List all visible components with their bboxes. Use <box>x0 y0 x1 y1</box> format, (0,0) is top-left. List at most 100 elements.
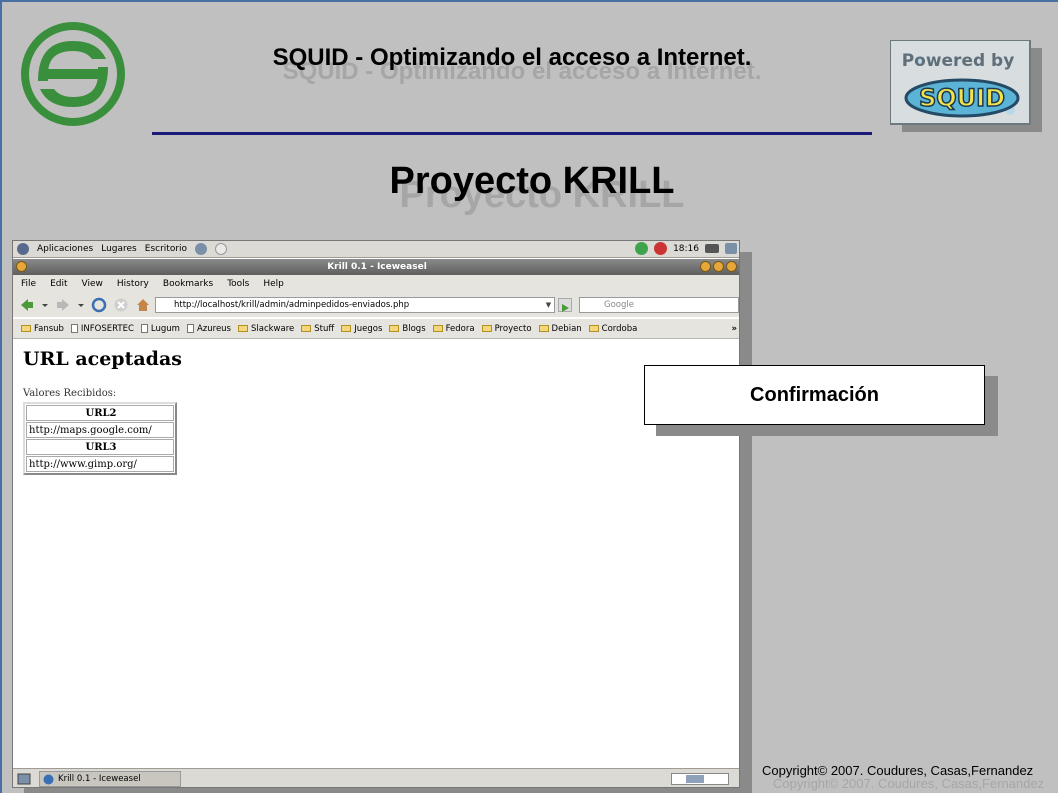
network-icon[interactable] <box>705 244 719 253</box>
menu-history[interactable]: History <box>117 279 149 289</box>
copyright-shadow: Copyright© 2007. Coudures, Casas,Fernand… <box>773 776 1045 791</box>
back-dropdown-icon[interactable] <box>41 297 49 313</box>
bookmark-debian[interactable]: Debian <box>538 323 582 334</box>
bookmarks-overflow-button[interactable]: » <box>732 324 738 334</box>
bookmark-label: INFOSERTEC <box>80 323 134 334</box>
back-arrow-icon[interactable] <box>19 297 35 313</box>
bookmark-label: Blogs <box>402 323 426 334</box>
page-icon <box>186 324 194 333</box>
bookmark-proyecto[interactable]: Proyecto <box>481 323 532 334</box>
received-values-table: URL2 http://maps.google.com/ URL3 http:/… <box>23 402 177 475</box>
menu-help[interactable]: Help <box>263 279 284 289</box>
table-cell: http://maps.google.com/ <box>26 422 174 438</box>
menu-file[interactable]: File <box>21 279 36 289</box>
desktop-screenshot: Aplicaciones Lugares Escritorio 18:16 Kr… <box>12 240 740 788</box>
system-tray: 18:16 <box>635 242 737 255</box>
confirmation-label: Confirmación <box>644 365 985 425</box>
bookmark-slackware[interactable]: Slackware <box>238 324 294 334</box>
taskbar-item-label: Krill 0.1 - Iceweasel <box>58 774 141 784</box>
iceweasel-icon <box>43 774 54 785</box>
window-menu-button[interactable] <box>16 261 27 272</box>
university-logo <box>21 22 125 126</box>
url-dropdown-icon[interactable]: ▼ <box>543 298 554 312</box>
home-icon[interactable] <box>135 297 151 313</box>
page-icon <box>140 324 148 333</box>
menu-view[interactable]: View <box>82 279 103 289</box>
gnome-bottom-panel: Krill 0.1 - Iceweasel <box>13 768 739 787</box>
menu-aplicaciones[interactable]: Aplicaciones <box>37 244 93 254</box>
slide: SQUID - Optimizando el acceso a Internet… <box>0 0 1058 793</box>
bookmark-cordoba[interactable]: Cordoba <box>588 323 638 334</box>
svg-text:SQUID: SQUID <box>919 84 1005 112</box>
workspace-switcher[interactable] <box>671 773 729 785</box>
bookmark-label: Debian <box>551 323 582 334</box>
folder-icon <box>341 325 352 332</box>
bookmark-blogs[interactable]: Blogs <box>389 323 426 334</box>
bookmark-label: Stuff <box>314 323 335 334</box>
menu-escritorio[interactable]: Escritorio <box>145 244 187 254</box>
url-text: http://localhost/krill/admin/adminpedido… <box>174 300 410 310</box>
gnome-top-panel: Aplicaciones Lugares Escritorio 18:16 <box>13 241 739 258</box>
folder-icon <box>301 325 312 332</box>
slide-subtitle: Proyecto KRILL Proyecto KRILL <box>302 160 762 220</box>
reload-icon[interactable] <box>91 297 107 313</box>
window-controls <box>700 261 737 272</box>
menu-edit[interactable]: Edit <box>50 279 67 289</box>
table-header: URL2 <box>26 405 174 421</box>
bookmark-label: Fansub <box>34 323 64 334</box>
slide-title: SQUID - Optimizando el acceso a Internet… <box>162 44 862 85</box>
table-cell: http://www.gimp.org/ <box>26 456 174 472</box>
forward-dropdown-icon[interactable] <box>77 297 85 313</box>
active-workspace[interactable] <box>686 775 704 783</box>
launcher-icon[interactable] <box>195 243 208 255</box>
bookmark-stuff[interactable]: Stuff <box>301 324 334 334</box>
menu-tools[interactable]: Tools <box>227 279 249 289</box>
update-icon[interactable] <box>635 242 649 255</box>
stop-icon[interactable] <box>113 297 129 313</box>
received-label: Valores Recibidos: <box>23 388 117 399</box>
page-heading: URL aceptadas <box>23 348 182 370</box>
bookmark-label: Slackware <box>251 323 295 334</box>
bookmark-fansub[interactable]: Fansub <box>21 324 64 334</box>
copyright-text: Copyright© 2007. Coudures, Casas,Fernand… <box>762 763 1034 778</box>
minimize-button[interactable] <box>700 261 711 272</box>
volume-icon[interactable] <box>725 243 737 254</box>
folder-icon <box>588 325 599 332</box>
browser-menubar: File Edit View History Bookmarks Tools H… <box>13 275 739 293</box>
bookmark-label: Cordoba <box>601 323 638 334</box>
folder-icon <box>21 325 31 332</box>
window-title-bar[interactable]: Krill 0.1 - Iceweasel <box>13 259 739 275</box>
title-divider <box>152 132 872 135</box>
folder-icon <box>389 325 400 332</box>
bookmark-label: Proyecto <box>494 323 532 334</box>
bookmark-label: Juegos <box>354 323 383 334</box>
menu-bookmarks[interactable]: Bookmarks <box>163 279 213 289</box>
bookmark-lugum[interactable]: Lugum <box>140 323 180 334</box>
bookmarks-toolbar: Fansub INFOSERTEC Lugum Azureus Slackwar… <box>13 319 739 339</box>
mail-icon[interactable] <box>215 243 228 255</box>
bookmark-juegos[interactable]: Juegos <box>341 324 382 334</box>
gnome-foot-icon[interactable] <box>17 243 29 255</box>
show-desktop-icon[interactable] <box>17 772 31 786</box>
bookmark-azureus[interactable]: Azureus <box>186 324 231 334</box>
bookmark-infosertec[interactable]: INFOSERTEC <box>70 323 134 334</box>
bookmark-label: Lugum <box>150 323 180 334</box>
url-field[interactable]: http://localhost/krill/admin/adminpedido… <box>155 297 555 313</box>
table-header: URL3 <box>26 439 174 455</box>
no-entry-icon[interactable] <box>654 242 668 255</box>
folder-icon <box>238 325 248 332</box>
forward-arrow-icon[interactable] <box>55 297 71 313</box>
close-button[interactable] <box>726 261 737 272</box>
maximize-button[interactable] <box>713 261 724 272</box>
slide-subtitle-text: Proyecto KRILL <box>389 160 675 202</box>
svg-text:Powered by: Powered by <box>902 51 1015 71</box>
bookmark-label: Fedora <box>445 323 475 334</box>
bookmark-fedora[interactable]: Fedora <box>432 323 475 334</box>
menu-lugares[interactable]: Lugares <box>101 244 137 254</box>
go-button[interactable] <box>558 298 572 312</box>
clock[interactable]: 18:16 <box>673 244 699 254</box>
search-field[interactable]: Google <box>579 297 739 313</box>
taskbar-item-iceweasel[interactable]: Krill 0.1 - Iceweasel <box>39 771 181 787</box>
slide-title-text: SQUID - Optimizando el acceso a Internet… <box>272 44 752 71</box>
page-icon <box>70 324 78 333</box>
